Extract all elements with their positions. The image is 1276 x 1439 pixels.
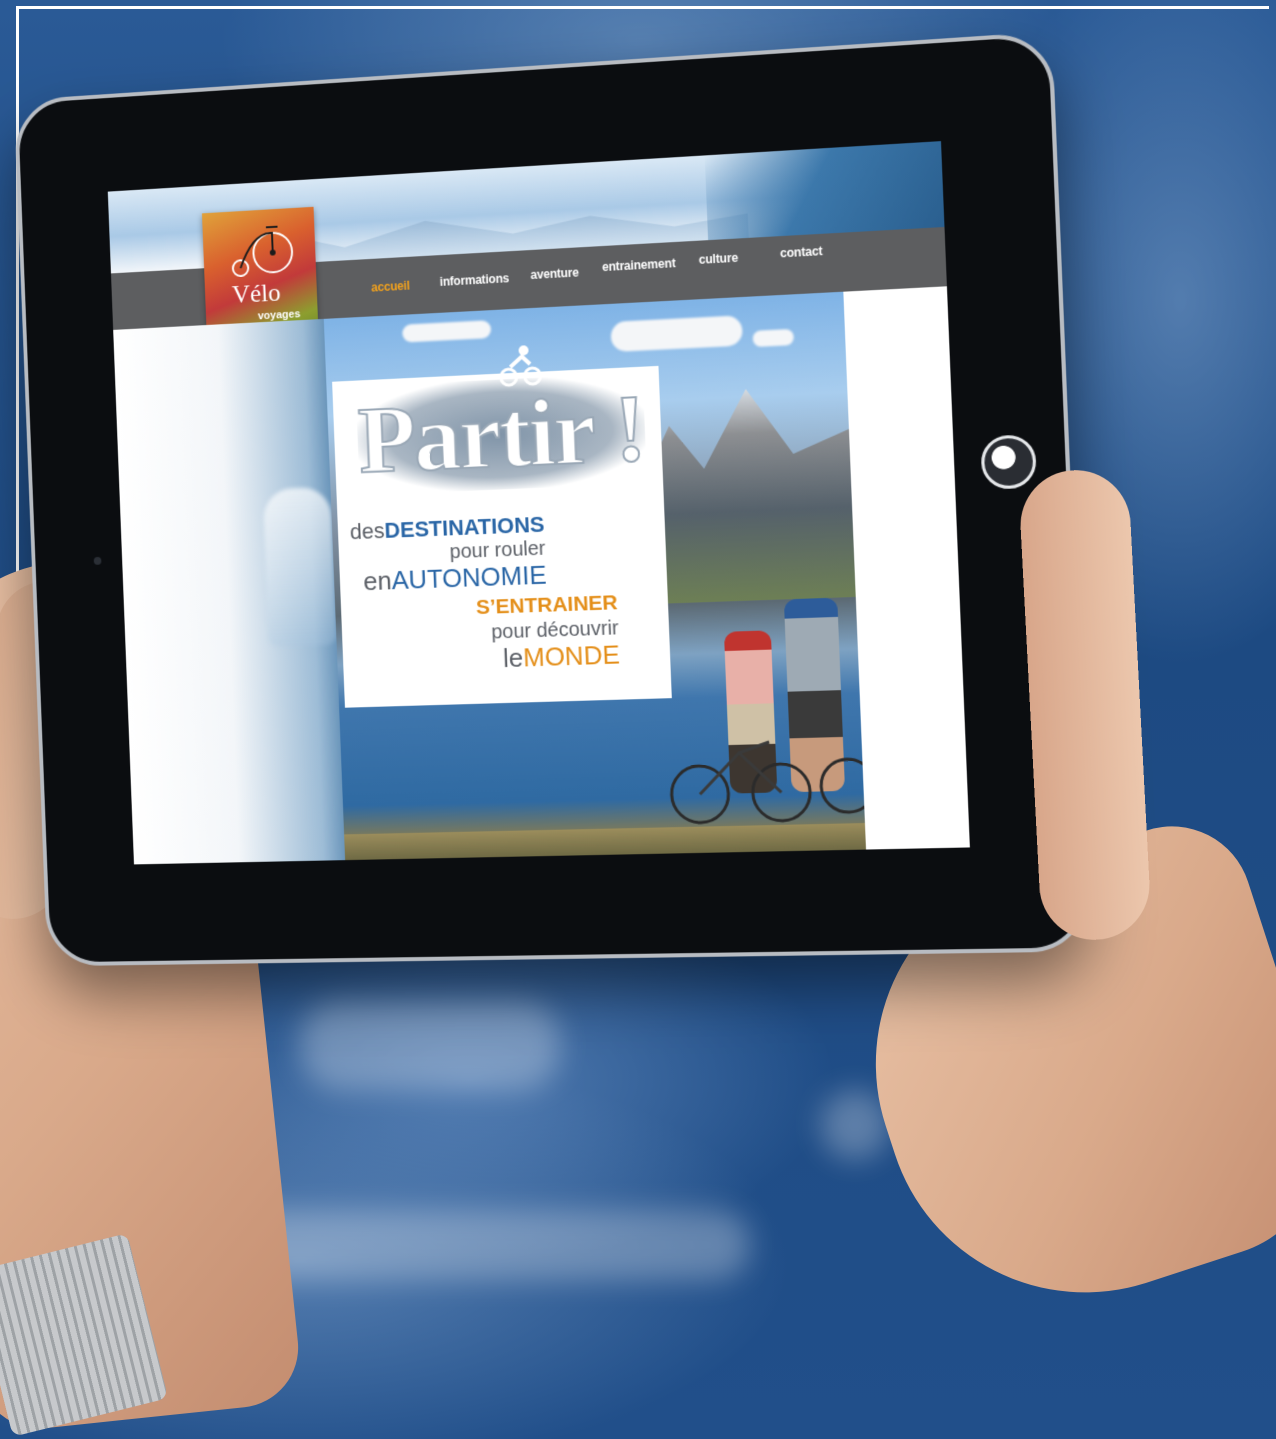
home-button-icon[interactable]: [980, 434, 1038, 490]
camera-icon: [93, 556, 102, 565]
grass-ground: [344, 823, 867, 861]
penny-farthing-bicycle-icon: [224, 221, 303, 284]
hero-line-monde: leMONDE: [502, 639, 620, 674]
nav-aventure[interactable]: aventure: [530, 265, 579, 282]
nav-contact[interactable]: contact: [780, 244, 823, 261]
hero-line-prefix: des: [349, 518, 386, 545]
tablet-device: accueil informations aventure entraineme…: [13, 31, 1090, 967]
hero-line-prefix: le: [502, 642, 524, 674]
nav-accueil[interactable]: accueil: [371, 279, 410, 295]
hero-line-sentrainer: S’ENTRAINER: [475, 591, 618, 620]
right-white-margin: [843, 286, 970, 850]
blurred-steering-wheel: [300, 1000, 560, 1090]
cyclist-icon: [497, 345, 542, 388]
hero-line-autonomie: enAUTONOMIE: [363, 560, 547, 598]
cloud: [752, 328, 795, 348]
bicycles: [666, 699, 865, 826]
nav-informations[interactable]: informations: [439, 271, 509, 289]
hero-line-prefix: en: [362, 565, 393, 597]
left-fade-panel: [113, 318, 346, 865]
hero-headline: Partir !: [355, 372, 647, 496]
hero-line-emphasis: AUTONOMIE: [391, 559, 548, 596]
logo-title: Vélo: [231, 277, 282, 309]
website-screen: accueil informations aventure entraineme…: [107, 141, 970, 865]
nav-entrainement[interactable]: entrainement: [602, 256, 676, 274]
nav-culture[interactable]: culture: [698, 251, 738, 267]
site-logo[interactable]: Vélo voyages: [201, 206, 319, 339]
hero-line-emphasis: S’ENTRAINER: [475, 591, 619, 620]
faded-cyclist-image: [262, 486, 337, 647]
cloud: [402, 320, 492, 343]
banner-cyclist-image: [704, 141, 945, 241]
cloud: [610, 315, 743, 353]
hero-line-emphasis: MONDE: [522, 639, 621, 673]
hero-text-panel: Partir ! desDESTINATIONS pour rouler enA…: [332, 345, 672, 708]
